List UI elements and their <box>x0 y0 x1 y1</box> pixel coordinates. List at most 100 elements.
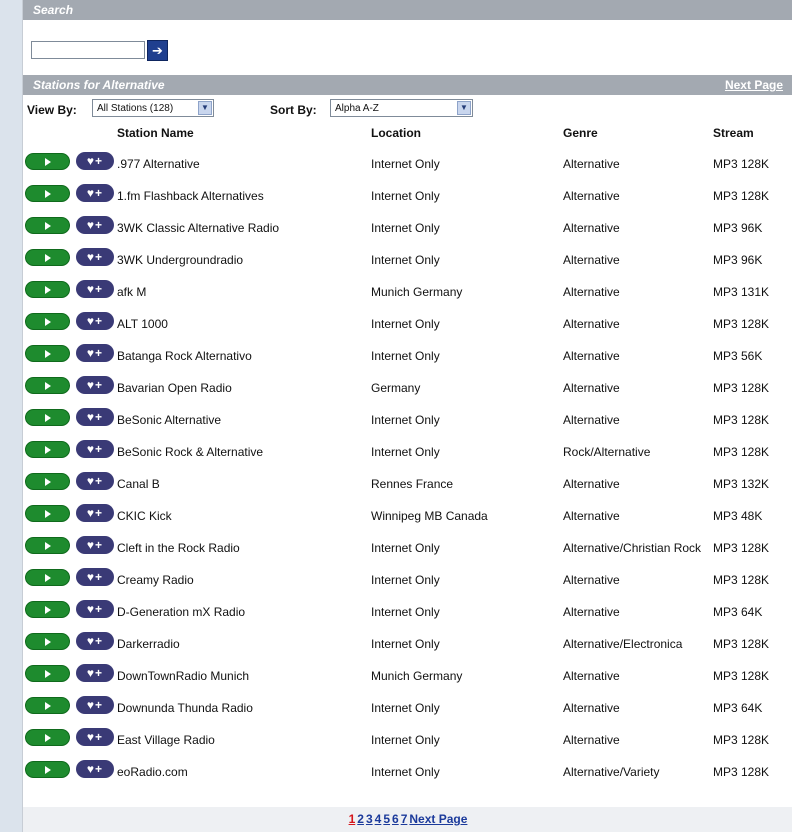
play-button[interactable] <box>25 185 70 202</box>
add-favorite-button[interactable]: ♥+ <box>76 760 114 778</box>
station-name[interactable]: CKIC Kick <box>117 509 172 523</box>
station-genre: Alternative <box>563 701 620 715</box>
station-name[interactable]: Bavarian Open Radio <box>117 381 232 395</box>
column-header-genre: Genre <box>563 126 598 140</box>
play-button[interactable] <box>25 569 70 586</box>
page-link-3[interactable]: 3 <box>366 812 373 826</box>
station-genre: Alternative <box>563 733 620 747</box>
add-favorite-button[interactable]: ♥+ <box>76 344 114 362</box>
add-favorite-button[interactable]: ♥+ <box>76 376 114 394</box>
add-favorite-button[interactable]: ♥+ <box>76 408 114 426</box>
table-row: ♥+ .977 Alternative Internet Only Alternati… <box>23 146 792 178</box>
page-link-7[interactable]: 7 <box>401 812 408 826</box>
add-favorite-button[interactable]: ♥+ <box>76 632 114 650</box>
heart-plus-icon: ♥+ <box>86 154 104 168</box>
play-button[interactable] <box>25 249 70 266</box>
table-row: ♥+ Cleft in the Rock Radio Internet Only Al… <box>23 530 792 562</box>
next-page-link-bottom[interactable]: Next Page <box>409 812 467 826</box>
station-stream: MP3 128K <box>713 733 770 747</box>
heart-plus-icon: ♥+ <box>86 218 104 232</box>
station-location: Internet Only <box>371 445 440 459</box>
station-name[interactable]: eoRadio.com <box>117 765 188 779</box>
next-page-link-top[interactable]: Next Page <box>725 75 783 95</box>
play-button[interactable] <box>25 409 70 426</box>
page-link-4[interactable]: 4 <box>375 812 382 826</box>
play-button[interactable] <box>25 505 70 522</box>
add-favorite-button[interactable]: ♥+ <box>76 664 114 682</box>
add-favorite-button[interactable]: ♥+ <box>76 536 114 554</box>
station-name[interactable]: 1.fm Flashback Alternatives <box>117 189 264 203</box>
page-link-1[interactable]: 1 <box>349 812 356 826</box>
table-row: ♥+ East Village Radio Internet Only Alterna… <box>23 722 792 754</box>
view-by-select[interactable]: All Stations (128) ▼ <box>92 99 214 117</box>
station-name[interactable]: Cleft in the Rock Radio <box>117 541 240 555</box>
station-name[interactable]: afk M <box>117 285 146 299</box>
station-name[interactable]: 3WK Undergroundradio <box>117 253 243 267</box>
station-name[interactable]: D-Generation mX Radio <box>117 605 245 619</box>
station-stream: MP3 128K <box>713 765 770 779</box>
station-name[interactable]: BeSonic Alternative <box>117 413 221 427</box>
station-stream: MP3 128K <box>713 541 770 555</box>
play-button[interactable] <box>25 217 70 234</box>
add-favorite-button[interactable]: ♥+ <box>76 152 114 170</box>
play-button[interactable] <box>25 473 70 490</box>
play-button[interactable] <box>25 441 70 458</box>
play-icon <box>45 382 51 390</box>
station-name[interactable]: .977 Alternative <box>117 157 200 171</box>
station-name[interactable]: 3WK Classic Alternative Radio <box>117 221 279 235</box>
content-frame: Search ➔ Stations for Alternative Next P… <box>22 0 792 832</box>
add-favorite-button[interactable]: ♥+ <box>76 728 114 746</box>
station-name[interactable]: Creamy Radio <box>117 573 194 587</box>
play-button[interactable] <box>25 729 70 746</box>
sort-by-select[interactable]: Alpha A-Z ▼ <box>330 99 473 117</box>
play-button[interactable] <box>25 761 70 778</box>
add-favorite-button[interactable]: ♥+ <box>76 312 114 330</box>
table-row: ♥+ Bavarian Open Radio Germany Alternative M… <box>23 370 792 402</box>
play-button[interactable] <box>25 281 70 298</box>
add-favorite-button[interactable]: ♥+ <box>76 280 114 298</box>
station-name[interactable]: DownTownRadio Munich <box>117 669 249 683</box>
play-button[interactable] <box>25 345 70 362</box>
add-favorite-button[interactable]: ♥+ <box>76 248 114 266</box>
play-button[interactable] <box>25 697 70 714</box>
chevron-down-icon[interactable]: ▼ <box>457 101 471 115</box>
station-name[interactable]: Canal B <box>117 477 160 491</box>
station-name[interactable]: ALT 1000 <box>117 317 168 331</box>
add-favorite-button[interactable]: ♥+ <box>76 472 114 490</box>
station-location: Internet Only <box>371 573 440 587</box>
add-favorite-button[interactable]: ♥+ <box>76 568 114 586</box>
station-genre: Alternative <box>563 413 620 427</box>
search-go-button[interactable]: ➔ <box>147 40 168 61</box>
play-button[interactable] <box>25 601 70 618</box>
station-name[interactable]: Darkerradio <box>117 637 180 651</box>
play-icon <box>45 702 51 710</box>
station-name[interactable]: Downunda Thunda Radio <box>117 701 253 715</box>
station-name[interactable]: East Village Radio <box>117 733 215 747</box>
station-location: Internet Only <box>371 413 440 427</box>
column-header-location: Location <box>371 126 421 140</box>
play-button[interactable] <box>25 537 70 554</box>
play-button[interactable] <box>25 377 70 394</box>
page-link-6[interactable]: 6 <box>392 812 399 826</box>
page-link-5[interactable]: 5 <box>383 812 390 826</box>
play-button[interactable] <box>25 153 70 170</box>
add-favorite-button[interactable]: ♥+ <box>76 216 114 234</box>
add-favorite-button[interactable]: ♥+ <box>76 696 114 714</box>
table-row: ♥+ Creamy Radio Internet Only Alternative MP… <box>23 562 792 594</box>
add-favorite-button[interactable]: ♥+ <box>76 504 114 522</box>
station-name[interactable]: BeSonic Rock & Alternative <box>117 445 263 459</box>
add-favorite-button[interactable]: ♥+ <box>76 184 114 202</box>
play-button[interactable] <box>25 665 70 682</box>
play-button[interactable] <box>25 313 70 330</box>
page-link-2[interactable]: 2 <box>357 812 364 826</box>
heart-plus-icon: ♥+ <box>86 570 104 584</box>
search-input[interactable] <box>31 41 145 59</box>
play-button[interactable] <box>25 633 70 650</box>
table-row: ♥+ eoRadio.com Internet Only Alternative/Va… <box>23 754 792 786</box>
station-stream: MP3 128K <box>713 669 770 683</box>
add-favorite-button[interactable]: ♥+ <box>76 600 114 618</box>
chevron-down-icon[interactable]: ▼ <box>198 101 212 115</box>
add-favorite-button[interactable]: ♥+ <box>76 440 114 458</box>
table-row: ♥+ CKIC Kick Winnipeg MB Canada Alternative… <box>23 498 792 530</box>
station-name[interactable]: Batanga Rock Alternativo <box>117 349 252 363</box>
